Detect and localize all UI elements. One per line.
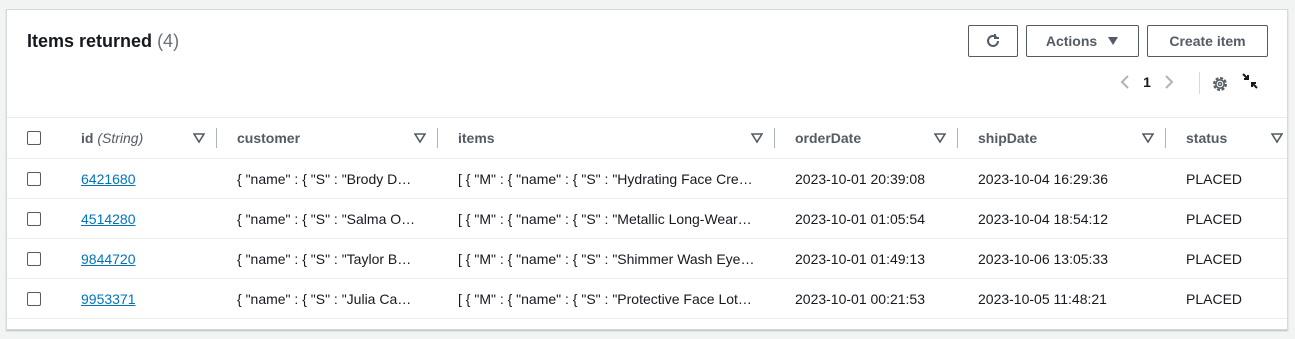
refresh-button[interactable] <box>968 25 1018 57</box>
status-cell: PLACED <box>1186 290 1243 307</box>
column-label: items <box>458 130 495 146</box>
item-count: (4) <box>157 31 180 51</box>
items-cell: [ { "M" : { "name" : { "S" : "Protective… <box>458 290 752 307</box>
caret-down-icon <box>1108 37 1119 45</box>
items-cell: [ { "M" : { "name" : { "S" : "Shimmer Wa… <box>458 250 755 267</box>
column-header-status[interactable]: status <box>1166 117 1287 159</box>
ship-date-cell: 2023-10-04 18:54:12 <box>978 210 1108 227</box>
order-date-cell: 2023-10-01 20:39:08 <box>795 170 925 187</box>
chevron-right-icon <box>1165 75 1174 89</box>
create-item-label: Create item <box>1169 33 1246 49</box>
item-id-link[interactable]: 9844720 <box>81 251 136 267</box>
table-row[interactable]: 9844720 { "name" : { "S" : "Taylor B… [ … <box>7 238 1287 279</box>
sort-down-icon <box>1271 133 1283 144</box>
chevron-left-icon <box>1120 75 1129 89</box>
items-cell: [ { "M" : { "name" : { "S" : "Metallic L… <box>458 210 752 227</box>
actions-label: Actions <box>1045 33 1098 49</box>
column-label: status <box>1186 130 1228 146</box>
row-checkbox[interactable] <box>27 251 41 266</box>
pagination: 1 <box>1115 72 1179 92</box>
sort-down-icon <box>193 133 205 144</box>
row-checkbox[interactable] <box>27 211 41 226</box>
table-header-row: id (String) customer items orderDate shi… <box>7 117 1287 159</box>
customer-cell: { "name" : { "S" : "Salma O… <box>237 210 416 227</box>
actions-button[interactable]: Actions <box>1026 25 1139 57</box>
items-panel: Items returned (4) Actions Create item 1 <box>6 9 1288 330</box>
select-all-cell <box>7 117 61 159</box>
collapse-icon[interactable] <box>1241 72 1259 90</box>
items-cell: [ { "M" : { "name" : { "S" : "Hydrating … <box>458 170 753 187</box>
column-label: id <box>81 130 94 146</box>
column-label: shipDate <box>978 130 1038 146</box>
column-header-orderdate[interactable]: orderDate <box>775 117 958 159</box>
select-all-checkbox[interactable] <box>27 131 41 145</box>
ship-date-cell: 2023-10-06 13:05:33 <box>978 250 1108 267</box>
item-id-link[interactable]: 4514280 <box>81 211 136 227</box>
column-type: (String) <box>97 130 144 146</box>
column-label: orderDate <box>795 130 862 146</box>
column-label: customer <box>237 130 301 146</box>
row-select-cell <box>7 198 61 239</box>
table-row[interactable]: 4514280 { "name" : { "S" : "Salma O… [ {… <box>7 198 1287 239</box>
column-header-items[interactable]: items <box>438 117 775 159</box>
customer-cell: { "name" : { "S" : "Taylor B… <box>237 250 412 267</box>
create-item-button[interactable]: Create item <box>1147 25 1268 57</box>
row-checkbox[interactable] <box>27 291 41 306</box>
column-header-id[interactable]: id (String) <box>61 117 217 159</box>
refresh-icon <box>987 34 999 47</box>
ship-date-cell: 2023-10-05 11:48:21 <box>978 290 1107 307</box>
pager-divider <box>1199 72 1200 94</box>
gear-icon[interactable] <box>1210 74 1230 94</box>
ship-date-cell: 2023-10-04 16:29:36 <box>978 170 1108 187</box>
items-table: id (String) customer items orderDate shi… <box>7 117 1287 319</box>
sort-down-icon <box>751 133 763 144</box>
table-row[interactable]: 6421680 { "name" : { "S" : "Brody De… [ … <box>7 158 1287 199</box>
customer-cell: { "name" : { "S" : "Brody De… <box>237 170 420 187</box>
status-cell: PLACED <box>1186 170 1243 187</box>
order-date-cell: 2023-10-01 01:05:54 <box>795 210 925 227</box>
order-date-cell: 2023-10-01 00:21:53 <box>795 290 925 307</box>
row-checkbox[interactable] <box>27 171 41 186</box>
page-number[interactable]: 1 <box>1135 74 1159 90</box>
status-cell: PLACED <box>1186 250 1243 267</box>
column-header-customer[interactable]: customer <box>217 117 438 159</box>
column-header-shipdate[interactable]: shipDate <box>958 117 1166 159</box>
panel-title: Items returned (4) <box>27 31 179 52</box>
row-select-cell <box>7 238 61 279</box>
table-row[interactable]: 9953371 { "name" : { "S" : "Julia Cas… [… <box>7 278 1287 319</box>
row-select-cell <box>7 278 61 319</box>
prev-page-button[interactable] <box>1115 72 1135 92</box>
sort-down-icon <box>934 133 946 144</box>
customer-cell: { "name" : { "S" : "Julia Cas… <box>237 290 419 307</box>
order-date-cell: 2023-10-01 01:49:13 <box>795 250 925 267</box>
status-cell: PLACED <box>1186 210 1243 227</box>
next-page-button[interactable] <box>1159 72 1179 92</box>
item-id-link[interactable]: 6421680 <box>81 171 136 187</box>
sort-down-icon <box>414 133 426 144</box>
panel-title-text: Items returned <box>27 31 153 51</box>
item-id-link[interactable]: 9953371 <box>81 291 136 307</box>
row-select-cell <box>7 158 61 199</box>
sort-down-icon <box>1142 133 1154 144</box>
